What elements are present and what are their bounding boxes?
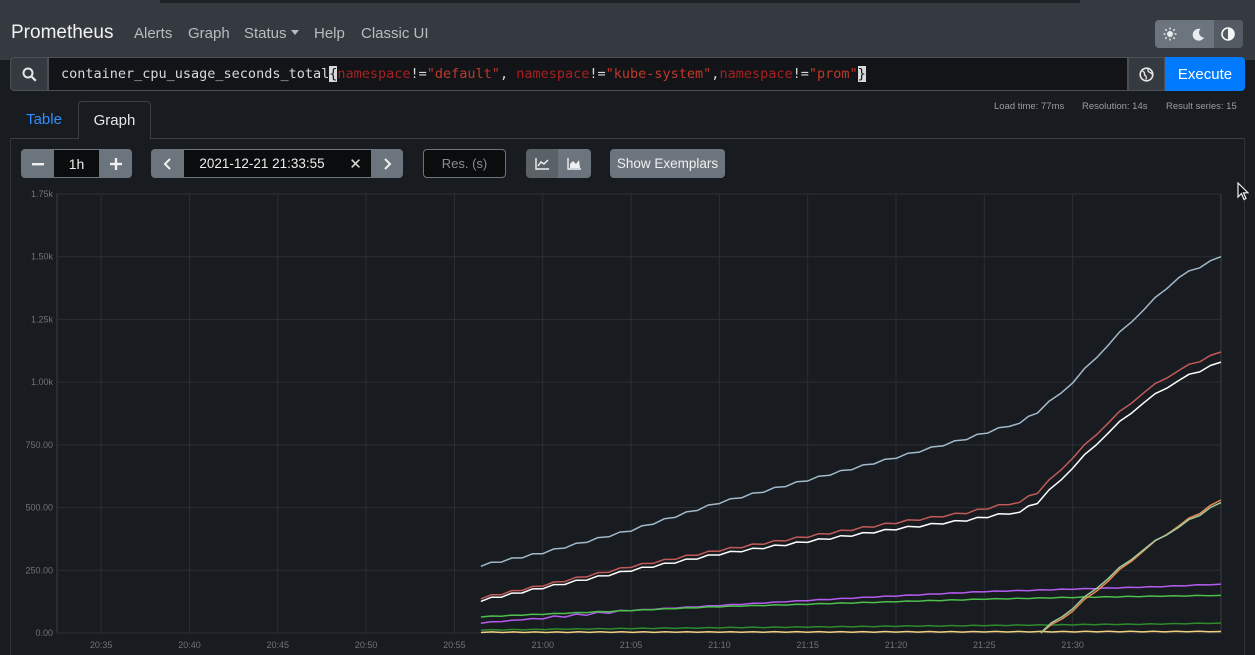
- query-label: namespace: [516, 66, 590, 82]
- theme-auto-button[interactable]: [1213, 20, 1243, 48]
- stacked-chart-button[interactable]: [558, 149, 591, 178]
- x-tick-label: 21:10: [708, 640, 731, 650]
- window-top-strip: [160, 0, 1080, 3]
- query-op: !=: [792, 66, 809, 82]
- range-decrease-button[interactable]: [21, 149, 54, 178]
- end-time-back-button[interactable]: [151, 149, 184, 178]
- clear-end-time-button[interactable]: ✕: [340, 149, 371, 178]
- moon-icon: [1193, 28, 1205, 41]
- caret-down-icon: [290, 30, 299, 35]
- query-value: "prom": [808, 66, 858, 82]
- x-tick-label: 20:55: [443, 640, 466, 650]
- nav-alerts[interactable]: Alerts: [134, 25, 172, 42]
- range-increase-button[interactable]: [99, 149, 132, 178]
- end-time-forward-button[interactable]: [371, 149, 403, 178]
- query-op: !=: [589, 66, 606, 82]
- query-label: namespace: [719, 66, 793, 82]
- sun-icon: [1163, 27, 1177, 41]
- contrast-icon: [1221, 27, 1236, 41]
- search-button[interactable]: [10, 57, 48, 91]
- tab-graph[interactable]: Graph: [78, 101, 151, 139]
- line-chart-button[interactable]: [526, 149, 558, 178]
- y-tick-label: 0.00: [35, 628, 53, 638]
- range-input[interactable]: 1h: [54, 149, 99, 178]
- y-tick-label: 1.50k: [31, 252, 54, 262]
- query-metric: container_cpu_usage_seconds_total: [61, 66, 330, 82]
- theme-switcher: [1155, 20, 1243, 48]
- x-tick-label: 21:15: [796, 640, 819, 650]
- y-tick-label: 1.00k: [31, 377, 54, 387]
- y-tick-label: 1.25k: [31, 314, 54, 324]
- y-tick-label: 1.75k: [31, 189, 54, 199]
- x-tick-label: 21:20: [885, 640, 908, 650]
- x-tick-label: 21:05: [620, 640, 643, 650]
- metrics-explorer-button[interactable]: [1128, 57, 1165, 91]
- query-sep: ,: [499, 66, 517, 82]
- search-icon: [22, 67, 37, 82]
- x-tick-label: 20:45: [267, 640, 290, 650]
- area-chart-icon: [567, 157, 581, 170]
- load-time-stat: Load time: 77ms: [994, 101, 1065, 112]
- tab-table[interactable]: Table: [14, 101, 74, 139]
- minus-icon: [31, 162, 44, 165]
- nav-graph[interactable]: Graph: [188, 25, 230, 42]
- y-tick-label: 250.00: [25, 565, 53, 575]
- x-tick-label: 21:00: [531, 640, 554, 650]
- y-tick-label: 500.00: [25, 503, 53, 513]
- theme-dark-button[interactable]: [1184, 20, 1213, 48]
- theme-light-button[interactable]: [1155, 20, 1184, 48]
- x-tick-label: 20:35: [90, 640, 113, 650]
- plot-area: [56, 193, 1222, 634]
- nav-classic-ui[interactable]: Classic UI: [361, 25, 429, 42]
- x-tick-label: 20:40: [178, 640, 201, 650]
- resolution-stat: Resolution: 14s: [1082, 101, 1148, 112]
- x-tick-label: 21:30: [1061, 640, 1084, 650]
- mouse-cursor-icon: [1237, 182, 1249, 201]
- line-chart-icon: [534, 157, 549, 170]
- nav-help[interactable]: Help: [314, 25, 345, 42]
- resolution-input[interactable]: Res. (s): [423, 149, 506, 178]
- navbar: Prometheus Alerts Graph Status Help Clas…: [0, 0, 1255, 60]
- x-tick-label: 21:25: [973, 640, 996, 650]
- result-series-stat: Result series: 15: [1166, 101, 1237, 112]
- globe-icon: [1139, 66, 1154, 82]
- execute-button[interactable]: Execute: [1165, 57, 1245, 91]
- nav-status[interactable]: Status: [244, 25, 299, 42]
- query-label: namespace: [337, 66, 411, 82]
- nav-status-label: Status: [244, 25, 287, 42]
- chart-svg[interactable]: 0.00 250.00 500.00 750.00 1.00k 1.25k 1.50k 1.7…: [0, 185, 1255, 655]
- query-row: container_cpu_usage_seconds_total{namesp…: [10, 57, 1245, 91]
- query-expression-input[interactable]: container_cpu_usage_seconds_total{namesp…: [48, 57, 1128, 91]
- query-value: "kube-system": [605, 66, 712, 82]
- end-time-input[interactable]: 2021-12-21 21:33:55: [184, 149, 340, 178]
- brand-logo[interactable]: Prometheus: [11, 22, 113, 44]
- y-tick-label: 750.00: [25, 440, 53, 450]
- query-value: "default": [426, 66, 500, 82]
- chevron-left-icon: [163, 157, 171, 170]
- query-close-brace: }: [857, 66, 866, 82]
- graph-chart[interactable]: 0.00 250.00 500.00 750.00 1.00k 1.25k 1.50k 1.7…: [0, 185, 1255, 655]
- plus-icon: [109, 157, 122, 170]
- query-op: !=: [410, 66, 427, 82]
- chevron-right-icon: [383, 157, 391, 170]
- x-tick-label: 20:50: [355, 640, 378, 650]
- show-exemplars-button[interactable]: Show Exemplars: [610, 149, 725, 178]
